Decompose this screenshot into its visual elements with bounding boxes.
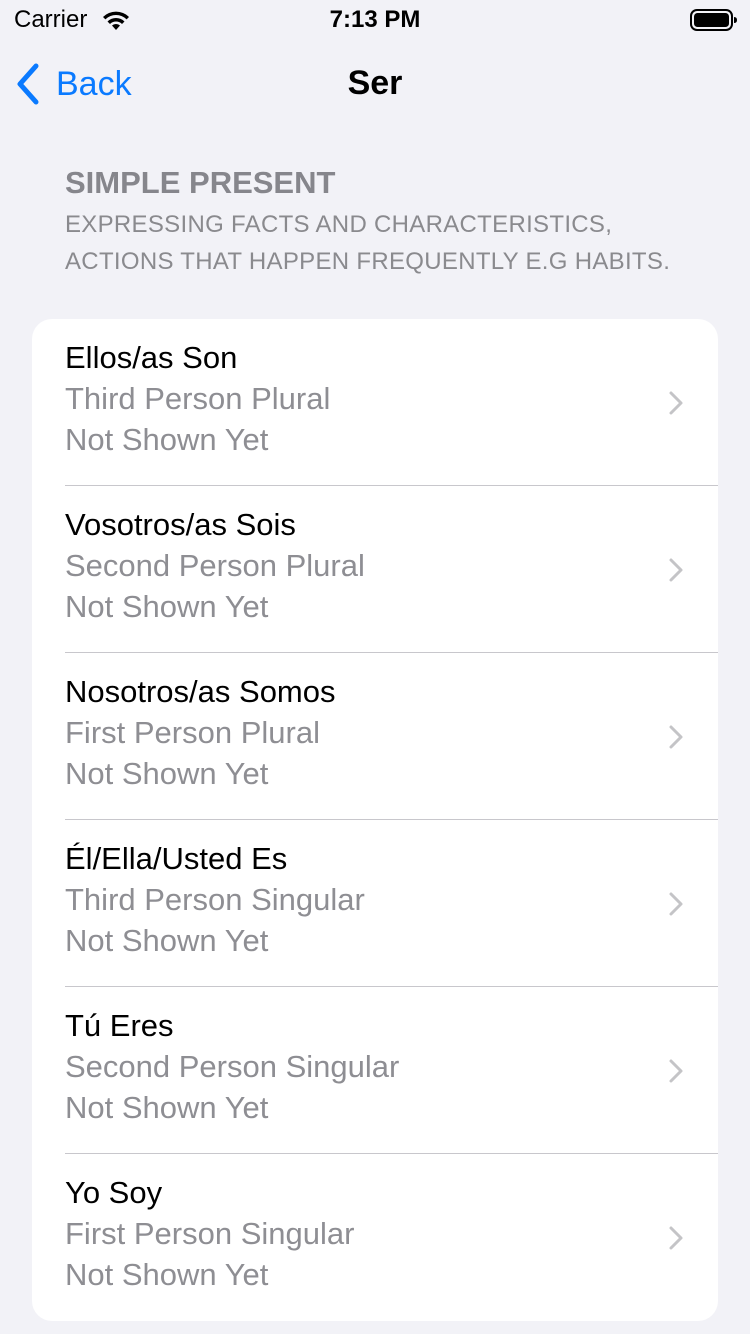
row-person: Second Person Singular bbox=[65, 1049, 400, 1084]
row-person: Third Person Plural bbox=[65, 381, 331, 416]
chevron-right-icon bbox=[669, 1059, 683, 1083]
row-title: Él/Ella/Usted Es bbox=[65, 841, 288, 876]
list-item[interactable]: Vosotros/as Sois Second Person Plural No… bbox=[32, 486, 718, 653]
conjugation-list: Ellos/as Son Third Person Plural Not Sho… bbox=[32, 319, 718, 1321]
row-status: Not Shown Yet bbox=[65, 756, 269, 791]
list-item[interactable]: Nosotros/as Somos First Person Plural No… bbox=[32, 653, 718, 820]
chevron-right-icon bbox=[669, 892, 683, 916]
page-title: Ser bbox=[347, 64, 403, 102]
row-person: Second Person Plural bbox=[65, 548, 365, 583]
row-status: Not Shown Yet bbox=[65, 1257, 269, 1292]
row-person: Third Person Singular bbox=[65, 882, 365, 917]
section-header: SIMPLE PRESENT EXPRESSING FACTS AND CHAR… bbox=[65, 160, 705, 280]
row-status: Not Shown Yet bbox=[65, 923, 269, 958]
status-bar: Carrier 7:13 PM bbox=[0, 0, 750, 40]
row-status: Not Shown Yet bbox=[65, 422, 269, 457]
list-item[interactable]: Tú Eres Second Person Singular Not Shown… bbox=[32, 987, 718, 1154]
battery-icon bbox=[690, 9, 737, 31]
list-item[interactable]: Él/Ella/Usted Es Third Person Singular N… bbox=[32, 820, 718, 987]
row-title: Yo Soy bbox=[65, 1175, 163, 1210]
chevron-right-icon bbox=[669, 1226, 683, 1250]
status-time: 7:13 PM bbox=[329, 6, 421, 33]
row-status: Not Shown Yet bbox=[65, 589, 269, 624]
chevron-right-icon bbox=[669, 558, 683, 582]
row-title: Ellos/as Son bbox=[65, 340, 238, 375]
section-title: SIMPLE PRESENT bbox=[65, 165, 336, 200]
row-title: Nosotros/as Somos bbox=[65, 674, 336, 709]
list-item[interactable]: Yo Soy First Person Singular Not Shown Y… bbox=[32, 1154, 718, 1321]
list-item[interactable]: Ellos/as Son Third Person Plural Not Sho… bbox=[32, 319, 718, 486]
chevron-right-icon bbox=[669, 725, 683, 749]
row-status: Not Shown Yet bbox=[65, 1090, 269, 1125]
section-subtitle: EXPRESSING FACTS AND CHARACTERISTICS, AC… bbox=[65, 211, 671, 275]
row-person: First Person Plural bbox=[65, 715, 320, 750]
row-title: Vosotros/as Sois bbox=[65, 507, 296, 542]
chevron-right-icon bbox=[669, 391, 683, 415]
navigation-bar: Back Ser bbox=[0, 40, 750, 128]
row-person: First Person Singular bbox=[65, 1216, 355, 1251]
row-title: Tú Eres bbox=[65, 1008, 174, 1043]
